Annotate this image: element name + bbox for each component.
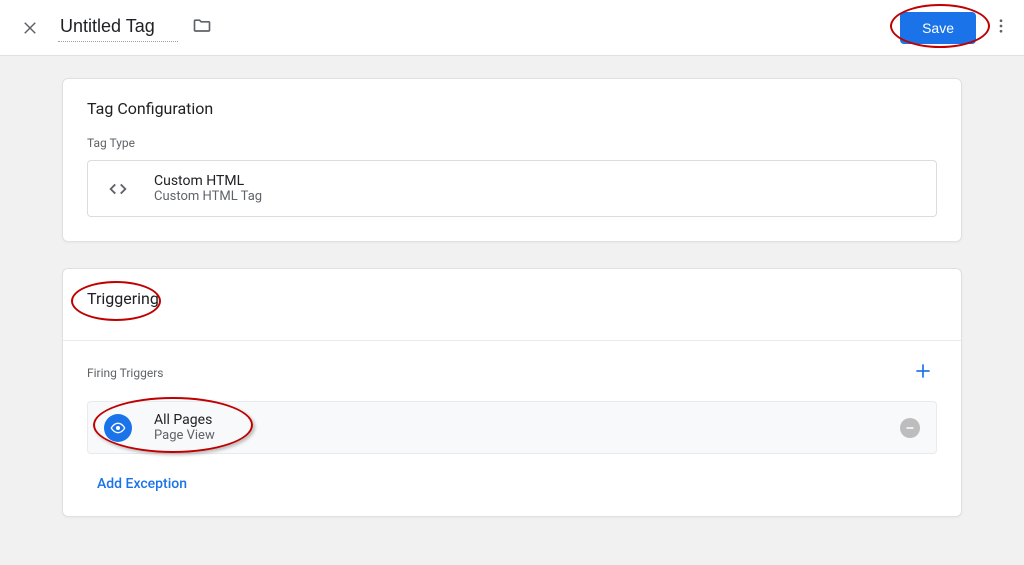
add-trigger-button[interactable] — [909, 357, 937, 389]
tag-name-input[interactable] — [58, 14, 178, 42]
close-icon — [21, 19, 39, 37]
more-vert-icon — [992, 17, 1010, 35]
save-button[interactable]: Save — [900, 12, 976, 44]
firing-triggers-label: Firing Triggers — [87, 366, 163, 380]
minus-icon — [904, 422, 916, 434]
eye-icon — [110, 420, 126, 436]
page-view-icon — [104, 414, 132, 442]
tag-type-name: Custom HTML — [154, 173, 262, 189]
tag-type-label: Tag Type — [87, 136, 937, 150]
add-exception-link[interactable]: Add Exception — [97, 476, 187, 492]
more-menu-button[interactable] — [992, 17, 1010, 39]
tag-type-desc: Custom HTML Tag — [154, 189, 262, 204]
content-area: Tag Configuration Tag Type Custom HTML C… — [0, 56, 1024, 565]
triggering-card: Triggering Firing Triggers All Pages Pag… — [62, 268, 962, 517]
triggering-title: Triggering — [87, 289, 159, 308]
trigger-row-all-pages[interactable]: All Pages Page View — [87, 401, 937, 454]
trigger-name: All Pages — [154, 412, 215, 428]
remove-trigger-button[interactable] — [900, 418, 920, 438]
folder-icon — [192, 16, 212, 36]
tag-type-selector[interactable]: Custom HTML Custom HTML Tag — [87, 160, 937, 217]
close-button[interactable] — [14, 12, 46, 44]
tag-config-title: Tag Configuration — [87, 99, 213, 118]
trigger-type: Page View — [154, 428, 215, 443]
plus-icon — [913, 361, 933, 381]
trigger-row-wrap: All Pages Page View — [87, 401, 937, 454]
divider — [63, 340, 961, 341]
trigger-text: All Pages Page View — [154, 412, 215, 443]
header-bar: Save — [0, 0, 1024, 56]
tag-configuration-card: Tag Configuration Tag Type Custom HTML C… — [62, 78, 962, 242]
tag-type-text: Custom HTML Custom HTML Tag — [154, 173, 262, 204]
folder-button[interactable] — [192, 16, 212, 40]
firing-triggers-header: Firing Triggers — [87, 357, 937, 389]
save-button-wrap: Save — [900, 12, 976, 44]
code-icon — [104, 175, 132, 203]
